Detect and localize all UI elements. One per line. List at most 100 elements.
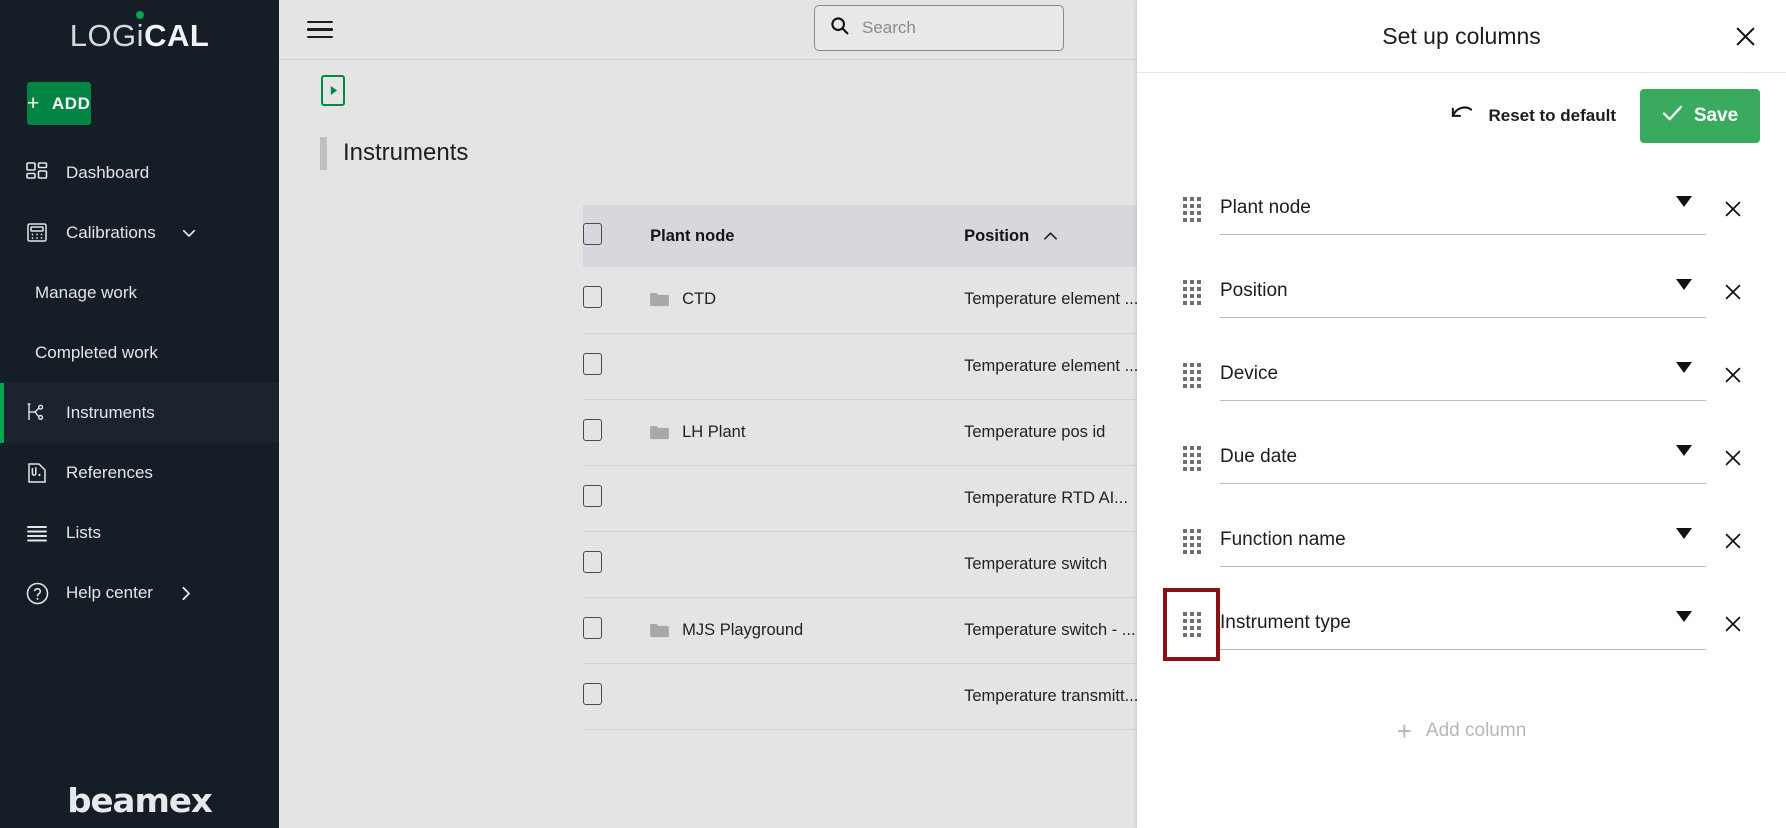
chevron-down-icon[interactable] [180,224,198,242]
plus-icon: + [1396,716,1412,746]
row-checkbox[interactable] [583,682,602,705]
save-button[interactable]: Save [1640,88,1760,143]
sidebar-item-help-center[interactable]: Help center [0,563,279,623]
add-button[interactable]: + ADD [27,82,91,125]
chevron-down-icon[interactable] [1676,611,1692,622]
remove-column-button[interactable] [1706,265,1760,318]
row-checkbox[interactable] [583,550,602,573]
add-column-label: Add column [1425,720,1527,741]
drag-handle-icon[interactable] [1163,256,1220,329]
add-column-button[interactable]: + Add column [1137,718,1786,744]
sidebar-item-label: Manage work [35,283,138,302]
column-select-due-date[interactable]: Due date [1220,431,1706,484]
column-label: Due date [1220,446,1298,467]
column-select-plant-node[interactable]: Plant node [1220,182,1706,235]
column-select-instrument-type[interactable]: Instrument type [1220,597,1706,650]
dashboard-icon [24,160,50,186]
sidebar-item-label: Lists [66,523,101,542]
column-label: Device [1220,363,1279,384]
row-plant-node: LH Plant [650,399,965,466]
sidebar-item-instruments[interactable]: Instruments [0,383,279,443]
sidebar-item-label: Dashboard [66,163,150,182]
row-plant-node [650,465,965,532]
chevron-right-icon[interactable] [177,585,194,602]
column-label: Plant node [1220,197,1311,218]
select-all-checkbox[interactable] [583,222,602,245]
expand-panel-icon[interactable] [321,74,345,106]
sidebar-item-label: Help center [66,583,153,602]
sidebar-item-calibrations[interactable]: Calibrations [0,203,279,263]
sidebar-item-label: Calibrations [66,223,156,242]
row-checkbox[interactable] [583,418,602,441]
sidebar-nav: Dashboard Calibrations Manage work Compl… [0,143,279,623]
remove-column-button[interactable] [1706,431,1760,484]
drag-handle-icon[interactable] [1163,422,1220,495]
sidebar-item-completed-work[interactable]: Completed work [0,323,279,383]
column-label: Position [1220,280,1288,301]
check-icon [1662,104,1683,128]
drag-handle-icon[interactable] [1163,588,1220,661]
chevron-down-icon[interactable] [1676,528,1692,539]
reset-to-default-button[interactable]: Reset to default [1449,102,1616,129]
row-checkbox[interactable] [583,286,602,309]
sidebar-item-dashboard[interactable]: Dashboard [0,143,279,203]
lists-icon [24,520,50,546]
drag-handle-icon[interactable] [1163,505,1220,578]
chevron-down-icon[interactable] [1676,445,1692,456]
references-icon [24,460,50,486]
setup-columns-panel: Set up columns Reset to default Save Pla… [1137,0,1786,828]
column-label: Function name [1220,529,1346,550]
sidebar: LOG i CAL + ADD Dashboard Calibrations M… [0,0,279,828]
table-header-plant-node[interactable]: Plant node [650,205,964,267]
column-select-position[interactable]: Position [1220,265,1706,318]
remove-column-button[interactable] [1706,597,1760,650]
search-icon [829,15,850,41]
plus-icon: + [27,92,40,115]
undo-icon [1449,102,1474,129]
drag-handle-icon[interactable] [1163,339,1220,412]
page-title: Instruments [343,139,469,166]
reset-to-default-label: Reset to default [1488,105,1616,125]
row-plant-node: MJS Playground [650,597,965,664]
search-input[interactable] [862,18,1049,38]
sidebar-item-references[interactable]: References [0,443,279,503]
chevron-down-icon[interactable] [1676,362,1692,373]
sidebar-item-lists[interactable]: Lists [0,503,279,563]
table-header-checkbox-cell [583,205,650,267]
column-label: Instrument type [1220,612,1351,633]
logo-text-i: i [136,17,145,53]
row-checkbox[interactable] [583,616,602,639]
column-select-device[interactable]: Device [1220,348,1706,401]
column-row-plant-node[interactable]: Plant node [1137,182,1786,265]
help-icon [24,580,50,606]
remove-column-button[interactable] [1706,514,1760,567]
drag-handle-icon[interactable] [1163,173,1220,246]
row-checkbox[interactable] [583,484,602,507]
close-icon[interactable] [1730,21,1760,51]
column-row-position[interactable]: Position [1137,265,1786,348]
remove-column-button[interactable] [1706,182,1760,235]
row-plant-node-label: MJS Playground [682,620,804,639]
column-row-due-date[interactable]: Due date [1137,431,1786,514]
row-plant-node: CTD [650,267,965,334]
column-row-instrument-type[interactable]: Instrument type [1137,588,1786,680]
add-button-label: ADD [51,93,91,113]
chevron-down-icon[interactable] [1676,279,1692,290]
folder-icon [650,292,669,307]
panel-header: Set up columns [1137,0,1786,73]
hamburger-icon[interactable] [307,16,333,44]
caret-up-icon [1043,227,1058,246]
row-checkbox-cell [583,465,651,532]
folder-icon [650,623,669,638]
chevron-down-icon[interactable] [1676,196,1692,207]
column-row-device[interactable]: Device [1137,348,1786,431]
row-checkbox[interactable] [583,352,602,375]
column-row-function-name[interactable]: Function name [1137,514,1786,597]
row-plant-node [650,333,965,400]
title-accent-bar [320,136,327,170]
sidebar-item-manage-work[interactable]: Manage work [0,263,279,323]
beamex-logo: beamex [67,781,213,820]
remove-column-button[interactable] [1706,348,1760,401]
column-select-function-name[interactable]: Function name [1220,514,1706,567]
search-box[interactable] [814,5,1064,51]
